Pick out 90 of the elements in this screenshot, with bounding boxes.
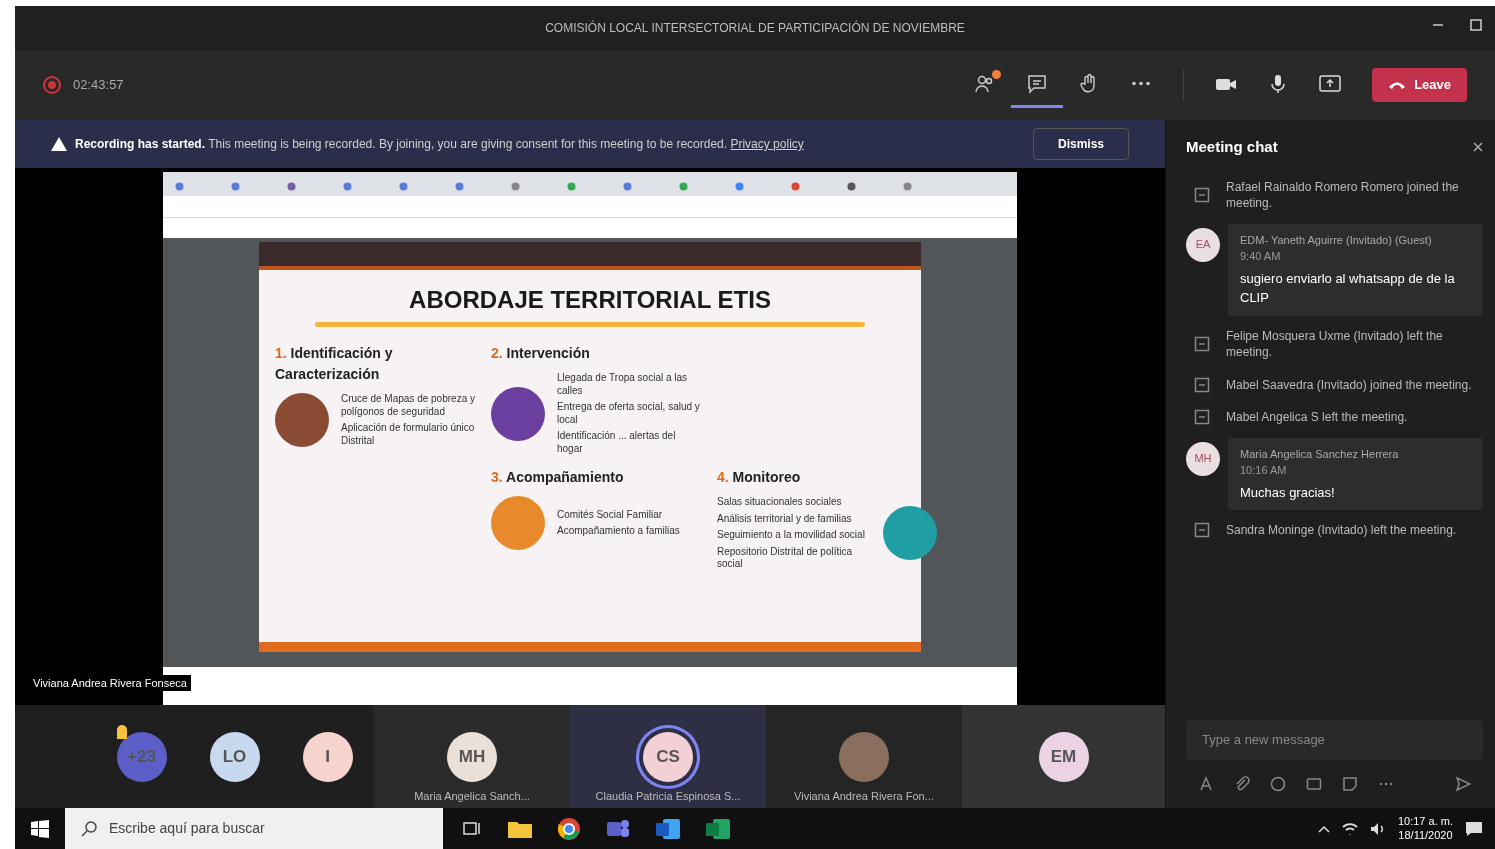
clock-date: 18/11/2020 <box>1398 828 1453 843</box>
bullet-text: Cruce de Mapas de pobreza y polígonos de seguridad <box>341 393 475 418</box>
recording-icon <box>43 76 61 94</box>
warning-icon <box>51 137 67 151</box>
avatar: +23 <box>116 731 167 782</box>
message-time: 10:16 AM <box>1240 463 1288 478</box>
bullet-text: Salas situacionales sociales <box>717 496 843 509</box>
clock-time: 10:17 a. m. <box>1397 814 1453 829</box>
section-icon <box>491 496 545 550</box>
avatar: MH <box>447 731 497 782</box>
bullet-text: Seguimiento a la movilidad social <box>717 529 866 542</box>
slide-title: ABORDAJE TERRITORIAL ETIS <box>408 285 772 315</box>
tab-favicon-icon <box>679 182 688 191</box>
wifi-icon[interactable] <box>1341 821 1358 836</box>
chat-event-text: Rafael Rainaldo Romero Romero joined the meeting. <box>1226 178 1460 212</box>
privacy-policy-link[interactable]: Privacy policy <box>730 137 804 151</box>
bullet-text: Comités Social Familiar <box>557 508 664 521</box>
share-screen-icon <box>1319 72 1342 95</box>
tab-favicon-icon <box>399 182 408 191</box>
avatar: I <box>302 731 353 782</box>
avatar: EA <box>1186 227 1220 262</box>
bullet-text: Acompañamiento a familias <box>557 525 680 538</box>
chat-icon <box>1026 72 1049 95</box>
search-icon <box>81 820 97 837</box>
send-icon[interactable] <box>1455 776 1471 792</box>
window-title: COMISIÓN LOCAL INTERSECTORIAL DE PARTICIPACIÓN DE NOVIEMBRE <box>545 19 965 37</box>
tab-favicon-icon <box>287 182 296 191</box>
tab-favicon-icon <box>847 182 856 191</box>
chevron-up-icon[interactable] <box>1317 823 1330 834</box>
notifications-icon[interactable] <box>1465 820 1483 837</box>
avatar: LO <box>209 731 260 782</box>
message-text: Muchas gracias! <box>1240 483 1336 502</box>
message-input[interactable]: Type a new message <box>1186 720 1483 760</box>
banner-message: Recording has started. This meeting is being recorded. By joining, you are giving consent for this meeting to be recorded. Privacy policy <box>75 136 804 153</box>
windows-start-icon[interactable] <box>31 819 49 838</box>
message-author: Maria Angelica Sanchez Herrera <box>1240 447 1399 460</box>
chat-event-text: Mabel Angelica S left the meeting. <box>1226 409 1408 426</box>
bullet-text: Análisis territorial y de familias <box>717 512 853 525</box>
section-heading: 3. Acompañamiento <box>491 468 625 487</box>
message-time: 9:40 AM <box>1240 249 1282 264</box>
section-icon <box>883 506 937 561</box>
section-heading: 4. Monitoreo <box>717 468 802 487</box>
tab-favicon-icon <box>343 182 352 191</box>
emoji-icon[interactable] <box>1270 776 1286 792</box>
message-author: EDM- Yaneth Aguirre (Invitado) (Guest) <box>1240 233 1432 246</box>
chat-event-text: Sandra Moninge (Invitado) left the meeting. <box>1226 522 1457 539</box>
more-options-icon <box>1131 81 1152 86</box>
bullet-text: Entrega de oferta social, salud y local <box>557 401 701 426</box>
bullet-text: Identificación ... alertas del hogar <box>557 430 677 455</box>
tab-favicon-icon <box>623 182 632 191</box>
section-icon <box>275 393 329 447</box>
excel-app-icon[interactable] <box>705 816 731 841</box>
section-heading: 2. Intervención <box>491 344 591 363</box>
format-icon[interactable] <box>1198 776 1214 792</box>
tab-favicon-icon <box>175 182 184 191</box>
tab-favicon-icon <box>791 182 800 191</box>
message-text: sugiero enviarlo al whatsapp de de la CLIP <box>1240 269 1456 307</box>
leave-button[interactable]: Leave <box>1372 68 1467 102</box>
phone-icon <box>1388 80 1407 90</box>
attach-icon[interactable] <box>1234 776 1250 792</box>
dismiss-button[interactable]: Dismiss <box>1032 128 1129 160</box>
browser-icon[interactable] <box>557 816 581 841</box>
close-icon[interactable] <box>1473 142 1483 153</box>
chat-title: Meeting chat <box>1186 137 1278 157</box>
meeting-timer: 02:43:57 <box>73 76 124 95</box>
maximize-icon[interactable] <box>1469 18 1483 32</box>
gif-icon[interactable] <box>1306 776 1322 792</box>
participant-name: Claudia Patricia Espinosa S... <box>595 788 741 804</box>
sticker-icon[interactable] <box>1342 776 1358 792</box>
bullet-text: Aplicación de formulario único Distrital <box>341 422 475 447</box>
tab-favicon-icon <box>455 182 464 191</box>
bullet-text: Repositorio Distrital de política social <box>717 545 854 571</box>
volume-icon[interactable] <box>1369 821 1386 836</box>
tab-favicon-icon <box>735 182 744 191</box>
avatar: EM <box>1038 731 1089 782</box>
section-icon <box>491 386 545 441</box>
participant-name: Viviana Andrea Rivera Fon... <box>794 788 934 804</box>
tab-favicon-icon <box>567 182 576 191</box>
chat-event-text: Mabel Saavedra (Invitado) joined the meeting. <box>1226 376 1472 393</box>
bullet-text: Llegada de Tropa social a las calles <box>557 372 689 397</box>
section-heading: 1. Identificación y Caracterización <box>275 344 394 384</box>
participant-name: Maria Angelica Sanch... <box>414 788 530 804</box>
tab-favicon-icon <box>511 182 520 191</box>
chat-event-text: Felipe Mosquera Uxme (Invitado) left the meeting. <box>1226 327 1444 361</box>
taskbar-search-field[interactable]: Escribe aquí para buscar <box>65 808 443 849</box>
word-app-icon[interactable] <box>655 816 681 841</box>
task-view-icon[interactable] <box>463 819 483 838</box>
tab-favicon-icon <box>903 182 912 191</box>
avatar: MH <box>1186 441 1220 476</box>
tab-favicon-icon <box>231 182 240 191</box>
